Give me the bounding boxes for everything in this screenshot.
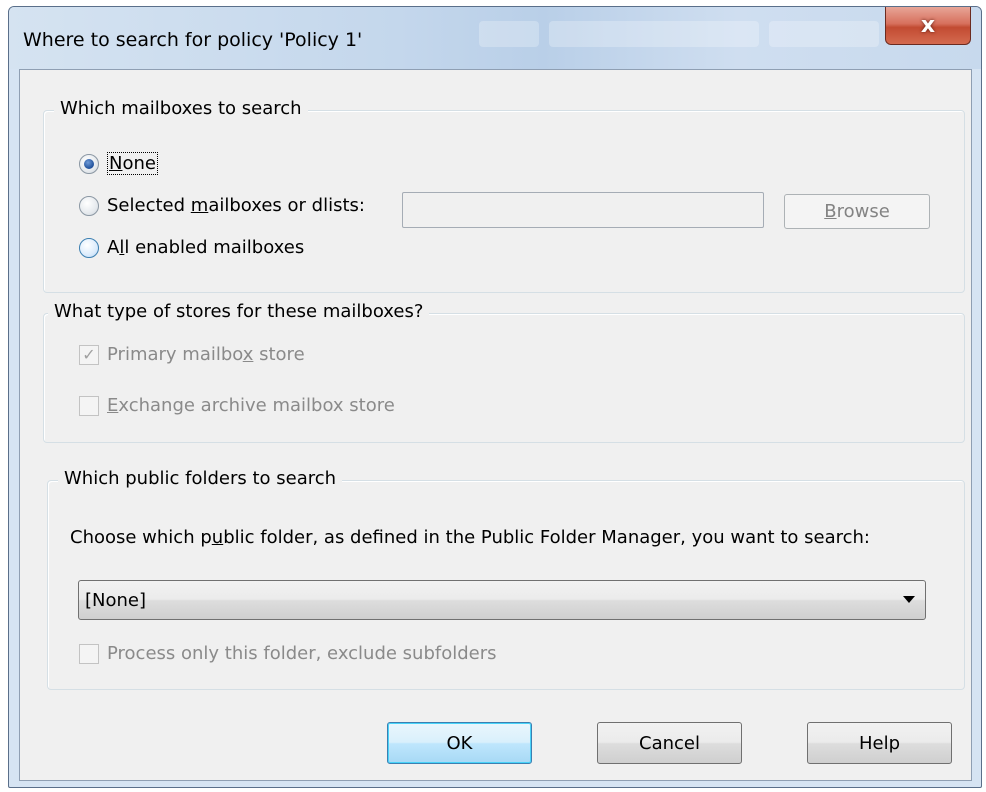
primary-store-label: Primary mailbox store: [107, 344, 305, 365]
exclude-subfolders-checkbox-box[interactable]: [79, 643, 99, 664]
dialog-body: Which mailboxes to search None Selected …: [19, 69, 972, 781]
titlebar-ghost: [549, 21, 759, 47]
title-bar[interactable]: Where to search for policy 'Policy 1' x: [9, 7, 981, 69]
chevron-down-icon[interactable]: [903, 596, 915, 603]
radio-all-enabled-indicator[interactable]: [79, 237, 99, 258]
radio-none-indicator[interactable]: [79, 153, 99, 174]
checkmark-icon: ✓: [82, 345, 96, 364]
close-icon: x: [920, 13, 936, 38]
mailboxes-group-title: Which mailboxes to search: [54, 98, 308, 119]
browse-button[interactable]: Browse: [784, 194, 930, 229]
radio-selected-mailboxes-label: Selected mailboxes or dlists:: [107, 195, 365, 216]
browse-label: Browse: [824, 201, 890, 222]
public-folder-selected-value: [None]: [85, 589, 147, 611]
radio-all-enabled[interactable]: All enabled mailboxes: [79, 237, 304, 258]
public-folder-select[interactable]: [None]: [78, 580, 926, 620]
titlebar-ghost: [769, 21, 879, 47]
stores-group-title: What type of stores for these mailboxes?: [48, 301, 430, 322]
exclude-subfolders-label: Process only this folder, exclude subfol…: [107, 643, 497, 664]
radio-none-label: None: [107, 152, 158, 175]
exclude-subfolders-checkbox[interactable]: Process only this folder, exclude subfol…: [79, 643, 497, 664]
primary-store-checkbox-box[interactable]: ✓: [79, 344, 99, 365]
archive-store-checkbox[interactable]: Exchange archive mailbox store: [79, 395, 395, 416]
public-folders-group-title: Which public folders to search: [58, 468, 343, 489]
archive-store-label: Exchange archive mailbox store: [107, 395, 395, 416]
dialog-window: Where to search for policy 'Policy 1' x …: [8, 6, 982, 788]
dialog-title: Where to search for policy 'Policy 1': [23, 29, 363, 51]
ok-button[interactable]: OK: [387, 722, 532, 764]
radio-all-enabled-label: All enabled mailboxes: [107, 237, 305, 258]
stores-group: What type of stores for these mailboxes?: [43, 301, 965, 443]
archive-store-checkbox-box[interactable]: [79, 395, 99, 416]
radio-selected-mailboxes[interactable]: Selected mailboxes or dlists:: [79, 195, 365, 216]
radio-selected-mailboxes-indicator[interactable]: [79, 195, 99, 216]
help-button[interactable]: Help: [807, 722, 952, 764]
titlebar-ghost: [479, 21, 539, 47]
close-button[interactable]: x: [885, 7, 971, 45]
selected-mailboxes-field[interactable]: [402, 192, 764, 228]
primary-store-checkbox[interactable]: ✓ Primary mailbox store: [79, 344, 305, 365]
radio-none[interactable]: None: [79, 152, 158, 175]
public-folder-prompt: Choose which public folder, as defined i…: [70, 527, 870, 548]
cancel-button[interactable]: Cancel: [597, 722, 742, 764]
